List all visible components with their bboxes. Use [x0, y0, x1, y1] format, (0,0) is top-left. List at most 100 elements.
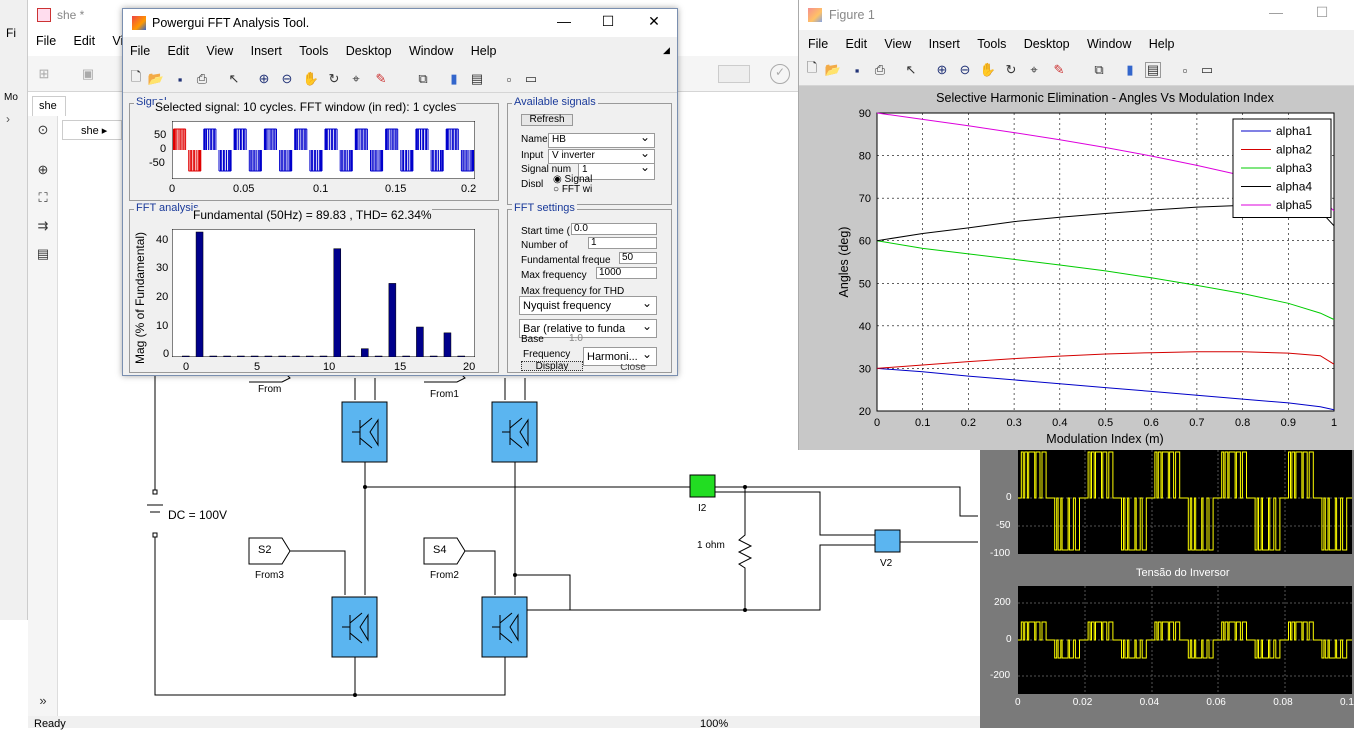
fft-menu-insert[interactable]: Insert: [251, 44, 282, 58]
base-value[interactable]: 1.0: [569, 333, 589, 342]
x-tick-label: 1: [1331, 417, 1337, 429]
y-tick-label: 90: [859, 108, 871, 120]
figure-minimize-button[interactable]: —: [1261, 4, 1291, 20]
maximize-button[interactable]: ☐: [593, 13, 623, 30]
open-icon[interactable]: 📂: [148, 71, 164, 87]
max-thd-value: Nyquist frequency: [523, 300, 612, 312]
fig-open-icon[interactable]: 📂: [825, 62, 841, 78]
scope-lower-ytick-2: -200: [990, 670, 1011, 681]
fft-menu-file[interactable]: File: [130, 44, 150, 58]
name-dropdown[interactable]: HB: [548, 133, 655, 148]
current-measurement-block: [689, 474, 716, 498]
input-dropdown[interactable]: V inverter: [548, 149, 655, 164]
sha-line-chart: Selective Harmonic Elimination - Angles …: [837, 91, 1337, 446]
y-tick-label: 40: [859, 321, 871, 333]
resize-grip-icon[interactable]: ◢: [663, 45, 670, 56]
fund-freq-field[interactable]: 50: [619, 252, 657, 264]
signal-ytick-1: 0: [160, 143, 167, 155]
scope-upper-ytick-1: -50: [996, 520, 1011, 531]
fig-link-icon[interactable]: ⧉: [1091, 62, 1107, 78]
fig-menu-view[interactable]: View: [884, 37, 911, 51]
display-button[interactable]: Display: [521, 361, 583, 371]
fft-menu-tools[interactable]: Tools: [299, 44, 328, 58]
cycles-field[interactable]: 1: [588, 237, 657, 249]
fig-dock-icon[interactable]: ▭: [1199, 62, 1215, 78]
link-icon[interactable]: ⧉: [415, 71, 431, 87]
brush-icon[interactable]: ✎: [373, 71, 389, 87]
colorbar-icon[interactable]: ▮: [446, 71, 462, 87]
fig-hide-tools-icon[interactable]: ▫: [1177, 62, 1193, 78]
datacursor-icon[interactable]: ⌖: [348, 71, 364, 87]
save-icon[interactable]: ▪: [172, 71, 188, 87]
fft-menu-view[interactable]: View: [206, 44, 233, 58]
fig-zoom-out-icon[interactable]: ⊖: [957, 62, 973, 78]
fft-menu-edit[interactable]: Edit: [168, 44, 190, 58]
fft-window: Powergui FFT Analysis Tool. — ☐ ✕ File E…: [122, 8, 678, 376]
figure-maximize-button[interactable]: ☐: [1307, 4, 1337, 21]
analysis-caption: Fundamental (50Hz) = 89.83 , THD= 62.34%: [193, 208, 432, 222]
tag-s2-text: S2: [258, 544, 272, 556]
fig-datacursor-icon[interactable]: ⌖: [1026, 62, 1042, 78]
fft-menu-help[interactable]: Help: [471, 44, 497, 58]
x-tick-label: 0.2: [961, 417, 976, 429]
matlab-logo-icon: [132, 16, 146, 30]
scope-xtick: 0.08: [1273, 697, 1293, 708]
fig-zoom-in-icon[interactable]: ⊕: [934, 62, 950, 78]
print-icon[interactable]: ⎙: [194, 71, 210, 87]
fig-menu-window[interactable]: Window: [1087, 37, 1131, 51]
fig-colorbar-icon[interactable]: ▮: [1122, 62, 1138, 78]
legend-icon[interactable]: ▤: [469, 71, 485, 87]
fft-bar: [278, 355, 286, 357]
fig-rotate-icon[interactable]: ↻: [1003, 62, 1019, 78]
close-window-button[interactable]: ✕: [639, 13, 669, 30]
fft-bar: [237, 355, 245, 357]
radio-fft-window[interactable]: ○ FFT wi: [553, 184, 592, 194]
fig-pointer-icon[interactable]: ↖: [903, 62, 919, 78]
fft-menu-window[interactable]: Window: [409, 44, 453, 58]
zoom-out-icon[interactable]: ⊖: [279, 71, 295, 87]
fig-menu-file[interactable]: File: [808, 37, 828, 51]
signal-xtick-3: 0.15: [385, 183, 407, 195]
pan-icon[interactable]: ✋: [303, 71, 319, 87]
fig-pan-icon[interactable]: ✋: [980, 62, 996, 78]
new-icon[interactable]: 🗋: [128, 69, 144, 87]
fig-menu-edit[interactable]: Edit: [846, 37, 868, 51]
x-tick-label: 0.7: [1189, 417, 1204, 429]
fig-menu-help[interactable]: Help: [1149, 37, 1175, 51]
signal-xtick-0: 0: [169, 183, 176, 195]
fig-menu-desktop[interactable]: Desktop: [1024, 37, 1070, 51]
dock-icon[interactable]: ▭: [523, 71, 539, 87]
legend-label: alpha1: [1276, 124, 1312, 138]
fft-bar: [223, 355, 231, 357]
fig-menu-insert[interactable]: Insert: [929, 37, 960, 51]
max-freq-field[interactable]: 1000: [596, 267, 657, 279]
x-axis-label: Modulation Index (m): [1046, 432, 1163, 446]
fig-menu-tools[interactable]: Tools: [977, 37, 1006, 51]
fund-freq-label: Fundamental freque: [521, 255, 611, 266]
v2-label: V2: [880, 558, 893, 569]
fig-legend-icon[interactable]: ▤: [1145, 62, 1161, 78]
fig-new-icon[interactable]: 🗋: [804, 60, 820, 78]
legend-label: alpha5: [1276, 198, 1312, 212]
chart-title: Selective Harmonic Elimination - Angles …: [936, 91, 1274, 105]
fig-save-icon[interactable]: ▪: [849, 62, 865, 78]
zoom-in-icon[interactable]: ⊕: [256, 71, 272, 87]
minimize-button[interactable]: —: [549, 13, 579, 29]
fft-bar: [292, 355, 300, 357]
y-tick-label: 20: [859, 406, 871, 418]
name-label: Name: [521, 134, 547, 145]
scope-xtick: 0.02: [1072, 697, 1093, 708]
y-tick-label: 80: [859, 151, 871, 163]
rotate-icon[interactable]: ↻: [326, 71, 342, 87]
pointer-icon[interactable]: ↖: [226, 71, 242, 87]
close-button[interactable]: Close: [613, 364, 653, 372]
hide-tools-icon[interactable]: ▫: [501, 71, 517, 87]
signal-xtick-1: 0.05: [233, 183, 255, 195]
fig-print-icon[interactable]: ⎙: [872, 62, 888, 78]
start-time-field[interactable]: 0.0: [571, 223, 657, 235]
fft-menu-desktop[interactable]: Desktop: [346, 44, 392, 58]
freq-axis-label: Frequency: [523, 349, 571, 360]
fig-brush-icon[interactable]: ✎: [1051, 62, 1067, 78]
max-thd-dropdown[interactable]: Nyquist frequency: [519, 296, 657, 315]
refresh-button[interactable]: Refresh: [521, 114, 573, 126]
